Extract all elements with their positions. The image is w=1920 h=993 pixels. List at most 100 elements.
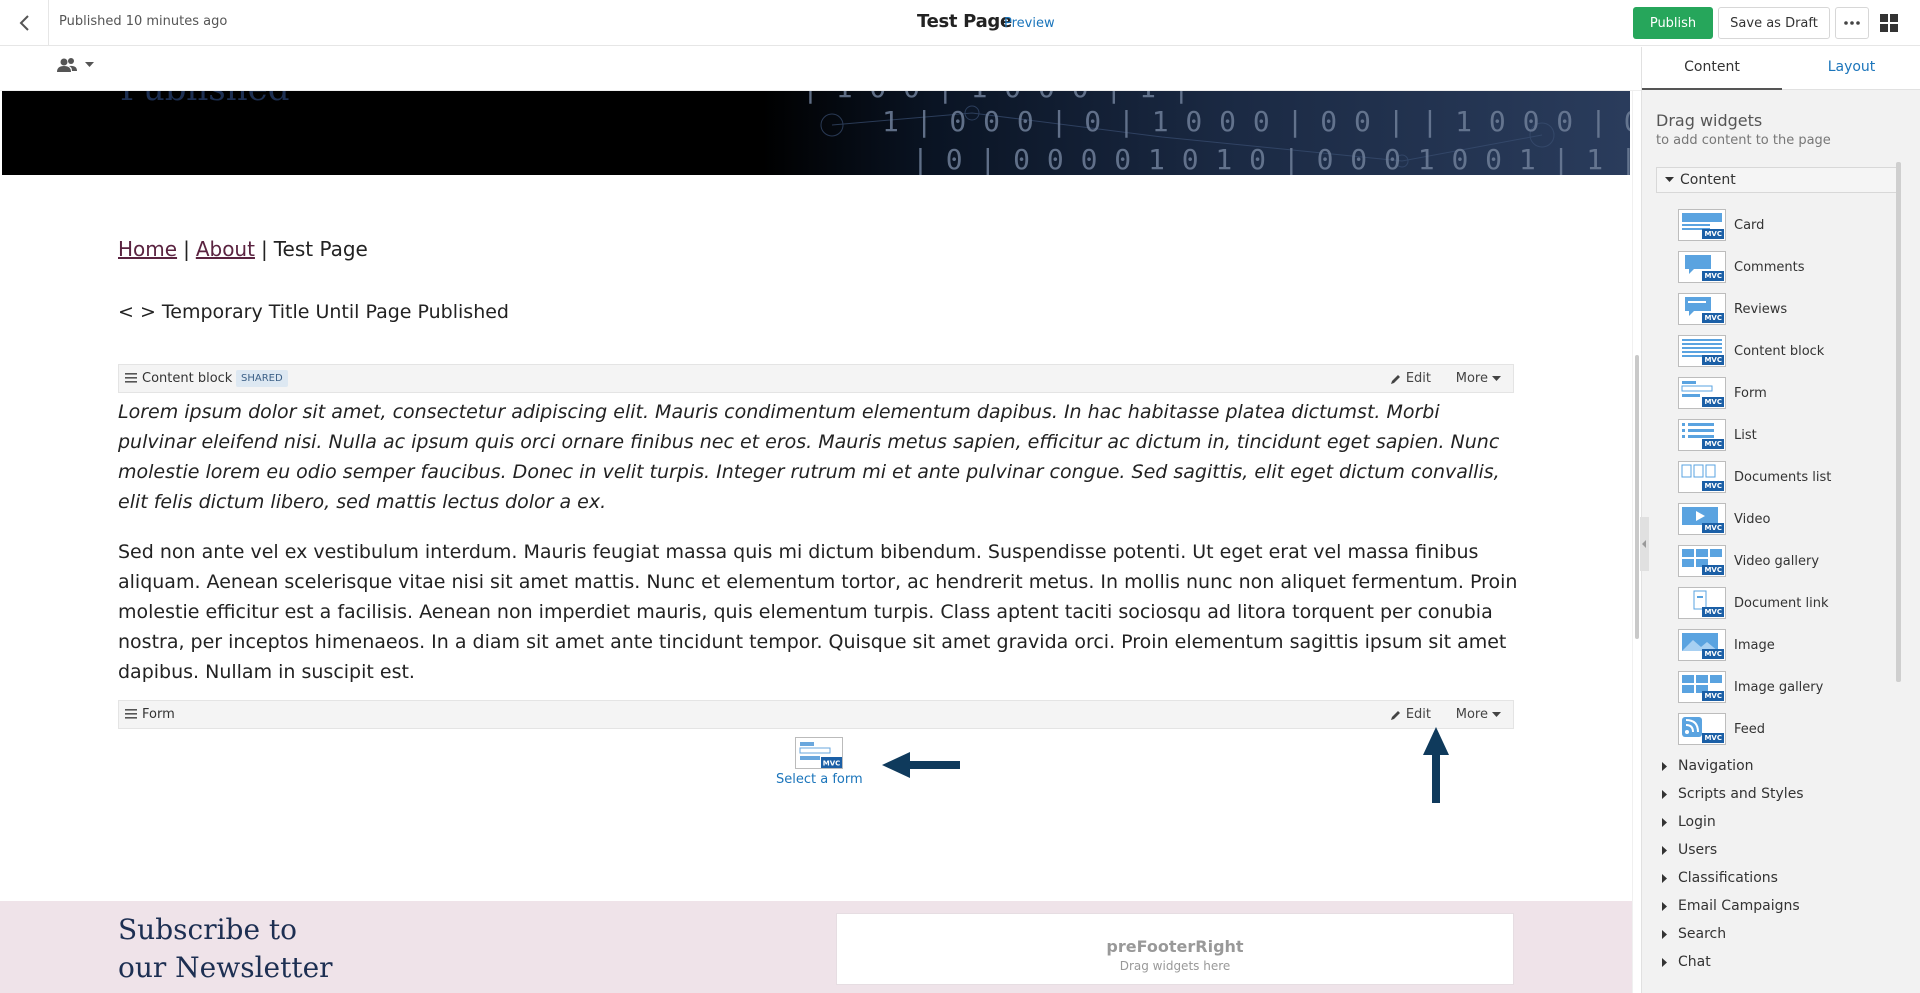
more-label: More	[1455, 371, 1488, 386]
caret-right-icon	[1662, 929, 1667, 939]
breadcrumb: Home | About | Test Page	[118, 237, 368, 261]
breadcrumb-separator: |	[260, 237, 268, 261]
widget-panel: Content Layout Drag widgets to add conte…	[1640, 47, 1920, 993]
edit-widget-button[interactable]: Edit	[1390, 707, 1431, 722]
newsletter-heading: Subscribe to our Newsletter	[118, 911, 333, 987]
category-label: Search	[1678, 926, 1727, 942]
select-form-link[interactable]: Select a form	[776, 772, 863, 787]
binary-pattern-image: | 1 0 0 | 1 0 0 0 | 1 | 1 | 0 0 0 | 0 | …	[762, 91, 1630, 175]
panel-collapse-handle[interactable]	[1640, 517, 1649, 571]
back-button[interactable]	[10, 8, 40, 38]
widget-image-gallery[interactable]: MVC Image gallery	[1678, 666, 1831, 708]
apps-button[interactable]	[1877, 11, 1901, 35]
caret-right-icon	[1662, 789, 1667, 799]
drag-handle-icon[interactable]	[125, 373, 137, 383]
active-tab-indicator	[1642, 88, 1782, 90]
content-block-icon: MVC	[1678, 335, 1726, 367]
caret-down-icon	[85, 62, 94, 67]
widget-label: Card	[1734, 217, 1765, 233]
widget-document-link[interactable]: MVC Document link	[1678, 582, 1831, 624]
widget-list: MVC Card MVC Comments MVC Reviews MVC Co…	[1678, 204, 1831, 750]
publish-status: Published 10 minutes ago	[59, 14, 228, 29]
category-label: Scripts and Styles	[1678, 786, 1804, 802]
reviews-icon: MVC	[1678, 293, 1726, 325]
category-classifications[interactable]: Classifications	[1656, 864, 1804, 892]
tab-content[interactable]: Content	[1642, 59, 1782, 75]
category-login[interactable]: Login	[1656, 808, 1804, 836]
widget-card[interactable]: MVC Card	[1678, 204, 1831, 246]
widget-name: Form	[142, 707, 175, 722]
preview-link[interactable]: Preview	[1004, 16, 1055, 31]
video-gallery-icon: MVC	[1678, 545, 1726, 577]
category-email-campaigns[interactable]: Email Campaigns	[1656, 892, 1804, 920]
widget-reviews[interactable]: MVC Reviews	[1678, 288, 1831, 330]
more-widget-menu[interactable]: More	[1456, 707, 1501, 722]
category-label: Classifications	[1678, 870, 1778, 886]
widget-image[interactable]: MVC Image	[1678, 624, 1831, 666]
category-scripts-and-styles[interactable]: Scripts and Styles	[1656, 780, 1804, 808]
form-widget-header[interactable]: Form Edit More	[118, 700, 1514, 729]
document-link-icon: MVC	[1678, 587, 1726, 619]
zone-title: preFooterRight	[1106, 937, 1244, 956]
category-label: Navigation	[1678, 758, 1754, 774]
chevron-left-icon	[1642, 540, 1646, 548]
page-canvas: Published | 1 0 0 | 1 0 0 0 | 1 | 1 | 0 …	[0, 91, 1632, 993]
widget-label: Comments	[1734, 259, 1805, 275]
temporary-page-title: < > Temporary Title Until Page Published	[118, 301, 509, 323]
breadcrumb-home-link[interactable]: Home	[118, 237, 177, 261]
grid-icon	[1880, 14, 1898, 32]
widget-content-block[interactable]: MVC Content block	[1678, 330, 1831, 372]
widget-label: List	[1734, 427, 1757, 443]
caret-down-icon	[1492, 711, 1501, 717]
drag-handle-icon[interactable]	[125, 709, 137, 719]
select-form-placeholder[interactable]: MVC Select a form	[776, 737, 863, 787]
widget-label: Content block	[1734, 343, 1825, 359]
tab-layout[interactable]: Layout	[1782, 59, 1920, 75]
category-navigation[interactable]: Navigation	[1656, 752, 1804, 780]
category-label: Login	[1678, 814, 1716, 830]
scrollbar-thumb[interactable]	[1635, 355, 1639, 639]
toolbar	[0, 47, 1641, 91]
content-paragraph: Sed non ante vel ex vestibulum interdum.…	[118, 541, 1518, 683]
breadcrumb-about-link[interactable]: About	[196, 237, 255, 261]
category-users[interactable]: Users	[1656, 836, 1804, 864]
widget-form[interactable]: MVC Form	[1678, 372, 1831, 414]
feed-icon: MVC	[1678, 713, 1726, 745]
category-search[interactable]: Search	[1656, 920, 1804, 948]
edit-label: Edit	[1405, 371, 1431, 386]
more-widget-menu[interactable]: More	[1456, 371, 1501, 386]
panel-heading: Drag widgets	[1656, 111, 1763, 130]
pencil-icon	[1390, 374, 1400, 384]
publish-button[interactable]: Publish	[1633, 7, 1713, 39]
page-title-header: Test Page	[917, 11, 1012, 32]
card-icon: MVC	[1678, 209, 1726, 241]
mvc-badge: MVC	[823, 760, 841, 768]
category-chat[interactable]: Chat	[1656, 948, 1804, 976]
more-label: More	[1455, 707, 1488, 722]
caret-right-icon	[1662, 845, 1667, 855]
prefooter-right-drop-zone[interactable]: preFooterRight Drag widgets here	[836, 913, 1514, 985]
widget-video-gallery[interactable]: MVC Video gallery	[1678, 540, 1831, 582]
form-widget-icon: MVC	[795, 737, 844, 769]
widget-label: Image	[1734, 637, 1775, 653]
edit-label: Edit	[1405, 707, 1431, 722]
widget-documents-list[interactable]: MVC Documents list	[1678, 456, 1831, 498]
more-actions-button[interactable]	[1835, 7, 1869, 39]
panel-scrollbar[interactable]	[1896, 162, 1901, 682]
widget-categories: Navigation Scripts and Styles Login User…	[1656, 752, 1804, 976]
arrow-left-annotation	[882, 752, 960, 778]
users-icon	[57, 58, 77, 72]
widget-list[interactable]: MVC List	[1678, 414, 1831, 456]
widget-feed[interactable]: MVC Feed	[1678, 708, 1831, 750]
widget-label: Image gallery	[1734, 679, 1824, 695]
caret-down-icon	[1665, 177, 1674, 182]
caret-down-icon	[1492, 375, 1501, 381]
widget-comments[interactable]: MVC Comments	[1678, 246, 1831, 288]
save-as-draft-button[interactable]: Save as Draft	[1718, 7, 1830, 39]
content-block-widget-header[interactable]: Content block SHARED Edit More	[118, 364, 1514, 393]
edit-widget-button[interactable]: Edit	[1390, 371, 1431, 386]
personas-dropdown[interactable]	[57, 57, 94, 73]
comments-icon: MVC	[1678, 251, 1726, 283]
category-content[interactable]: Content	[1656, 167, 1899, 193]
widget-video[interactable]: MVC Video	[1678, 498, 1831, 540]
